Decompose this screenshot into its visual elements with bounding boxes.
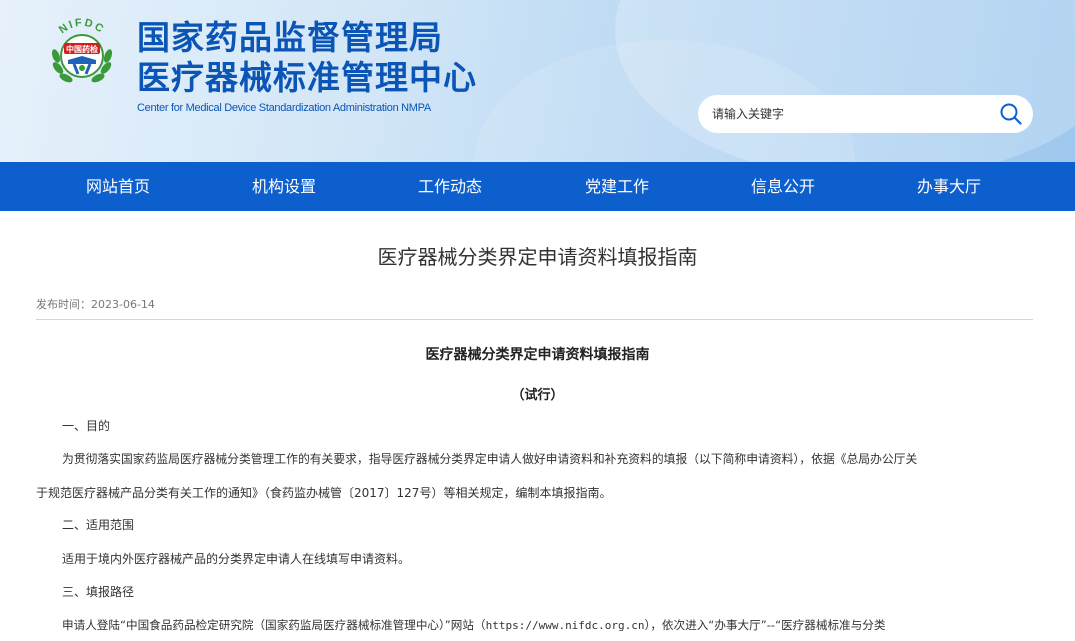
nav-item-organization[interactable]: 机构设置	[214, 162, 354, 211]
section-heading: 三、填报路径	[62, 585, 135, 599]
svg-text:NIFDC: NIFDC	[57, 17, 107, 36]
site-header: NIFDC 中国药检 国家药品监督管理局 医疗器械标准管理中心 Center f…	[0, 0, 1075, 162]
publish-date: 发布时间：2023-06-14	[36, 298, 155, 311]
paragraph-text-part: 申请人登陆“中国食品药品检定研究院（国家药监局医疗器械标准管理中心）”网站（	[62, 618, 486, 632]
site-title-line1: 国家药品监督管理局	[137, 18, 443, 57]
paragraph-text: 适用于境内外医疗器械产品的分类界定申请人在线填写申请资料。	[62, 552, 411, 566]
svg-text:中国药检: 中国药检	[66, 44, 98, 54]
nav-item-service-hall[interactable]: 办事大厅	[879, 162, 1019, 211]
document-subtitle: （试行）	[511, 388, 564, 403]
site-title-line2: 医疗器械标准管理中心	[137, 58, 477, 97]
divider	[36, 319, 1033, 320]
nav-item-party-building[interactable]: 党建工作	[547, 162, 687, 211]
nav-item-info-disclosure[interactable]: 信息公开	[713, 162, 853, 211]
nav-item-home[interactable]: 网站首页	[48, 162, 188, 211]
search-input[interactable]	[712, 104, 982, 124]
site-url-link[interactable]: https://www.nifdc.org.cn	[486, 619, 645, 632]
paragraph-text: 于规范医疗器械产品分类有关工作的通知》（食药监办械管〔2017〕127号）等相关…	[36, 486, 612, 500]
nav-item-work-news[interactable]: 工作动态	[380, 162, 520, 211]
paragraph-text-part: ），依次进入“办事大厅”--“医疗器械标准与分类	[644, 618, 886, 632]
search-box	[698, 95, 1033, 133]
paragraph-text: 为贯彻落实国家药监局医疗器械分类管理工作的有关要求，指导医疗器械分类界定申请人做…	[62, 452, 918, 466]
section-heading: 一、目的	[62, 419, 111, 433]
page-title: 医疗器械分类界定申请资料填报指南	[377, 245, 698, 269]
paragraph-text: 申请人登陆“中国食品药品检定研究院（国家药监局医疗器械标准管理中心）”网站（ht…	[62, 617, 885, 634]
section-heading: 二、适用范围	[62, 518, 135, 532]
document-title: 医疗器械分类界定申请资料填报指南	[425, 347, 650, 363]
main-nav: 网站首页 机构设置 工作动态 党建工作 信息公开 办事大厅	[0, 162, 1075, 211]
search-icon[interactable]	[999, 102, 1023, 126]
nifdc-logo-icon[interactable]: NIFDC 中国药检	[44, 16, 120, 92]
site-subtitle: Center for Medical Device Standardizatio…	[137, 102, 431, 114]
